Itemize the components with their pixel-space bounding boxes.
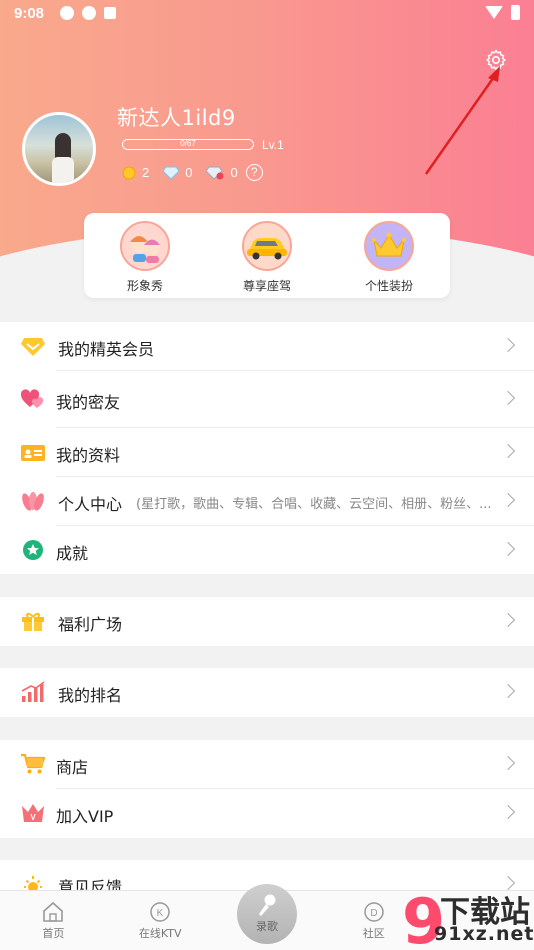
app-notification-icon <box>82 6 96 20</box>
gift-icon <box>22 613 44 631</box>
quick-label: 尊享座驾 <box>242 279 291 293</box>
quick-item-image-show[interactable]: 形象秀 <box>84 213 206 298</box>
menu-label: 我的资料 <box>56 446 121 465</box>
nav-label: 首页 <box>42 927 65 940</box>
exp-progress-bar: 0/67 <box>122 139 254 150</box>
microphone-icon <box>259 894 276 916</box>
menu-sublabel: (星打歌，歌曲、专辑、合唱、收藏、云空间、相册、粉丝、... <box>136 497 492 512</box>
chevron-right-icon <box>500 683 516 699</box>
notification-icons <box>60 6 116 20</box>
menu-label: 意见反馈 <box>58 878 123 890</box>
username: 新达人1ild9 <box>117 106 236 130</box>
watermark-domain: 91xz.net <box>434 923 534 945</box>
record-button[interactable]: 录歌 <box>237 884 297 944</box>
diamond-icon <box>163 166 180 180</box>
menu-group-shop: 商店 V 加入VIP <box>0 740 534 838</box>
quick-actions-card: 形象秀 尊享座驾 个性装扮 <box>84 213 450 298</box>
chevron-right-icon <box>500 541 516 557</box>
menu-item-achievements[interactable]: 成就 <box>0 526 534 574</box>
car-icon <box>242 221 292 271</box>
chevron-right-icon <box>500 804 516 820</box>
coins-stat[interactable]: 2 <box>122 165 149 180</box>
nav-home[interactable]: 首页 <box>0 891 107 950</box>
svg-text:V: V <box>30 813 36 822</box>
chevron-right-icon <box>500 443 516 459</box>
help-icon[interactable]: ? <box>245 164 263 181</box>
coins-count: 2 <box>142 165 150 180</box>
status-time: 9:08 <box>14 5 45 22</box>
menu-group-ranking: 我的排名 <box>0 668 534 717</box>
cart-icon <box>21 753 45 774</box>
wifi-icon <box>485 6 503 19</box>
exp-text: 0/67 <box>180 139 196 148</box>
red-diamonds-stat[interactable]: 0 <box>206 165 238 180</box>
diamonds-count: 0 <box>185 165 193 180</box>
achievement-medal-icon <box>23 540 43 560</box>
menu-label: 个人中心 <box>58 495 123 514</box>
site-watermark: 91 下载站 91xz.net <box>400 885 534 950</box>
status-bar: 9:08 <box>0 0 534 28</box>
ktv-icon: K <box>150 902 170 922</box>
battery-icon <box>511 5 520 20</box>
chevron-right-icon <box>500 492 516 508</box>
red-diamonds-count: 0 <box>230 165 238 180</box>
avatar[interactable] <box>22 112 96 186</box>
menu-label: 加入VIP <box>56 807 114 826</box>
chevron-right-icon <box>500 337 516 353</box>
annotation-arrow <box>424 66 500 175</box>
menu-item-personal-center[interactable]: 个人中心 (星打歌，歌曲、专辑、合唱、收藏、云空间、相册、粉丝、... <box>0 477 534 526</box>
menu-label: 福利广场 <box>58 615 123 634</box>
red-diamond-icon <box>206 166 224 180</box>
menu-item-ranking[interactable]: 我的排名 <box>0 668 534 717</box>
chevron-right-icon <box>500 612 516 628</box>
app-notification-icon <box>60 6 74 20</box>
menu-item-join-vip[interactable]: V 加入VIP <box>0 789 534 838</box>
home-icon <box>43 901 64 922</box>
menu-group-welfare: 福利广场 <box>0 597 534 646</box>
menu-item-close-friends[interactable]: 我的密友 <box>0 371 534 428</box>
menu-item-elite-member[interactable]: 我的精英会员 <box>0 322 534 371</box>
chevron-right-icon <box>500 755 516 771</box>
diamonds-stat[interactable]: 0 <box>163 165 192 180</box>
couple-avatar-icon <box>120 221 170 271</box>
id-card-icon <box>21 445 45 461</box>
menu-label: 成就 <box>56 544 89 563</box>
level-badge: Lv.1 <box>262 138 284 152</box>
currency-stats: 2 0 0 ? <box>122 164 263 181</box>
menu-group-main: 我的精英会员 我的密友 我的资料 个人中心 (星打歌，歌曲、专辑、合唱、收藏、云… <box>0 322 534 574</box>
crown-icon <box>364 221 414 271</box>
nav-label: 社区 <box>362 927 385 940</box>
menu-label: 我的精英会员 <box>58 340 155 359</box>
nav-online-ktv[interactable]: K 在线KTV <box>107 891 214 950</box>
quick-label: 个性装扮 <box>364 279 413 293</box>
quick-label: 形象秀 <box>126 279 163 293</box>
chevron-right-icon <box>500 390 516 406</box>
menu-item-shop[interactable]: 商店 <box>0 740 534 789</box>
svg-text:D: D <box>370 908 377 919</box>
svg-text:K: K <box>157 908 164 919</box>
status-right <box>485 5 520 20</box>
sun-icon <box>24 876 42 890</box>
petals-icon <box>22 492 44 511</box>
quick-item-dressup[interactable]: 个性装扮 <box>328 213 450 298</box>
coin-icon <box>122 166 136 179</box>
menu-label: 商店 <box>56 758 89 777</box>
quick-item-vehicle[interactable]: 尊享座驾 <box>206 213 328 298</box>
community-icon: D <box>364 902 384 922</box>
app-notification-icon <box>104 7 116 19</box>
menu-label: 我的排名 <box>58 686 123 705</box>
menu-item-welfare[interactable]: 福利广场 <box>0 597 534 646</box>
vip-crown-icon: V <box>22 804 44 822</box>
diamond-badge-icon <box>21 338 45 356</box>
menu-label: 我的密友 <box>56 393 121 412</box>
nav-label: 在线KTV <box>138 927 182 940</box>
rank-chart-icon <box>21 681 45 702</box>
hearts-icon <box>21 389 44 408</box>
menu-item-my-profile[interactable]: 我的资料 <box>0 428 534 477</box>
record-label: 录歌 <box>256 920 278 933</box>
